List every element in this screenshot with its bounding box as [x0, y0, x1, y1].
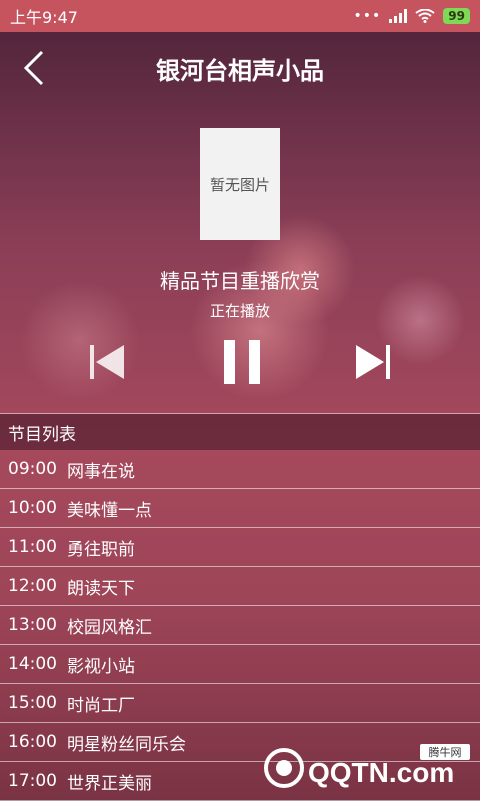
list-item-time: 15:00 [8, 693, 57, 713]
cover-placeholder-text: 暂无图片 [209, 175, 270, 194]
list-item-name: 勇往职前 [67, 539, 135, 560]
wifi-icon [415, 9, 435, 23]
status-time: 上午9:47 [10, 8, 78, 27]
watermark-brand: QQTN.com [308, 757, 454, 788]
program-list-header: 节目列表 [0, 414, 480, 450]
list-item-name: 明星粉丝同乐会 [67, 734, 186, 755]
list-item-time: 16:00 [8, 732, 57, 752]
list-item-name: 世界正美丽 [67, 773, 152, 794]
list-item-name: 朗读天下 [67, 578, 135, 599]
battery-indicator: 99 [443, 8, 470, 24]
list-item-time: 14:00 [8, 654, 57, 674]
list-item[interactable]: 13:00 校园风格汇 [0, 606, 480, 645]
list-item[interactable]: 12:00 朗读天下 [0, 567, 480, 606]
list-item-name: 影视小站 [67, 656, 135, 677]
previous-track-icon[interactable] [90, 345, 124, 379]
watermark-logo: 腾牛网 QQTN.com [264, 744, 470, 788]
signal-icon [389, 9, 408, 23]
status-icons: ••• 99 [354, 8, 470, 24]
back-arrow-icon[interactable] [20, 50, 50, 86]
status-bar: 上午9:47 ••• 99 [0, 0, 480, 32]
list-item[interactable]: 10:00 美味懂一点 [0, 489, 480, 528]
list-item-time: 10:00 [8, 498, 57, 518]
list-item-time: 13:00 [8, 615, 57, 635]
pause-icon[interactable] [222, 340, 262, 384]
list-item[interactable]: 09:00 网事在说 [0, 450, 480, 489]
list-item-name: 网事在说 [67, 461, 135, 482]
cover-image: 暂无图片 [200, 128, 280, 240]
app-header: 银河台相声小品 [0, 32, 480, 104]
list-item-name: 校园风格汇 [67, 617, 152, 638]
list-item[interactable]: 11:00 勇往职前 [0, 528, 480, 567]
next-track-icon[interactable] [356, 345, 390, 379]
list-item-name: 美味懂一点 [67, 500, 152, 521]
play-status: 正在播放 [209, 302, 270, 320]
list-item-time: 17:00 [8, 771, 57, 791]
program-title: 精品节目重播欣赏 [160, 269, 320, 293]
list-item-time: 11:00 [8, 537, 57, 557]
list-item-time: 12:00 [8, 576, 57, 596]
list-item[interactable]: 14:00 影视小站 [0, 645, 480, 684]
page-title: 银河台相声小品 [156, 56, 324, 85]
more-dots-icon: ••• [353, 8, 382, 24]
list-item[interactable]: 15:00 时尚工厂 [0, 684, 480, 723]
list-item-time: 09:00 [8, 459, 57, 479]
list-item-name: 时尚工厂 [67, 695, 135, 716]
